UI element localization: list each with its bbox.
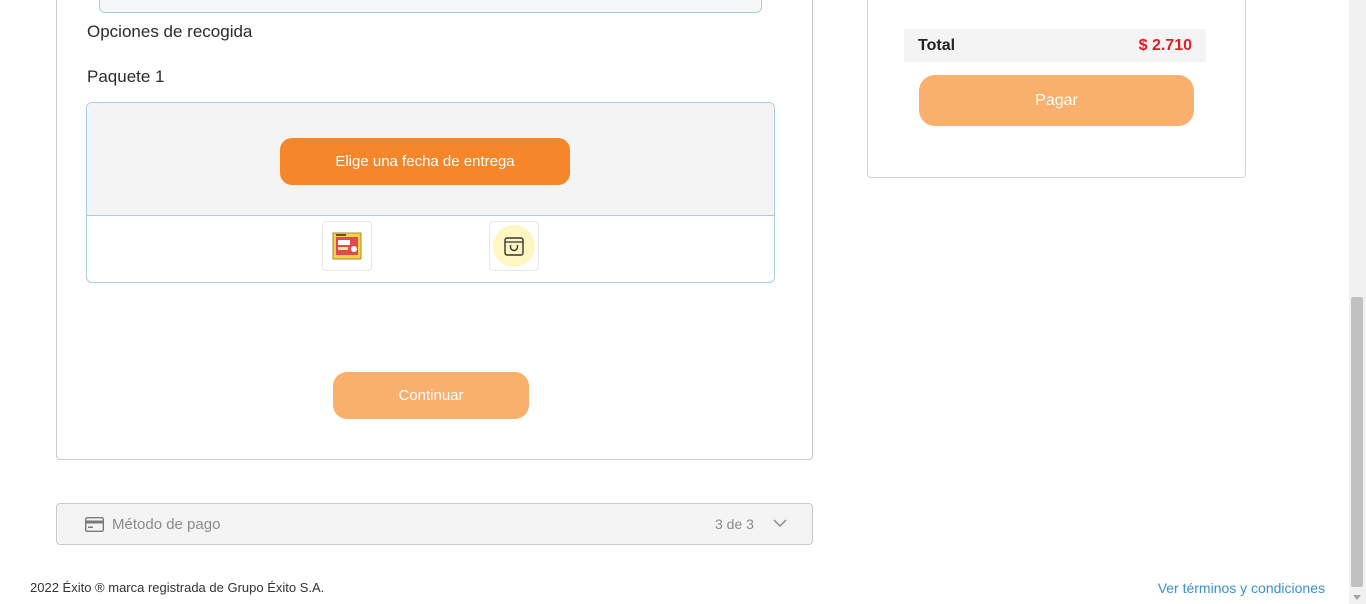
total-row: Total $ 2.710 [904, 29, 1206, 62]
payment-method-label: Método de pago [112, 516, 221, 533]
package-title: Paquete 1 [87, 67, 165, 86]
bag-thumbnail[interactable] [489, 221, 539, 271]
continue-button[interactable]: Continuar [333, 372, 529, 419]
bag-highlight [493, 225, 535, 267]
copyright-text: 2022 Éxito ® marca registrada de Grupo É… [30, 580, 325, 595]
total-value: $ 2.710 [1138, 37, 1192, 54]
terms-link[interactable]: Ver términos y condiciones [1158, 580, 1325, 596]
chevron-down-icon[interactable] [773, 518, 787, 528]
product-thumbnail[interactable] [322, 221, 372, 271]
scroll-down-arrow-icon[interactable] [1353, 595, 1361, 600]
previous-field-edge [99, 0, 762, 13]
choose-delivery-date-button[interactable]: Elige una fecha de entrega [280, 138, 570, 185]
step-indicator: 3 de 3 [715, 516, 754, 532]
pay-button[interactable]: Pagar [919, 75, 1194, 126]
shopping-bag-icon [504, 237, 524, 256]
total-label: Total [918, 37, 956, 54]
package-box: Elige una fecha de entrega [86, 102, 775, 283]
checkout-page: Opciones de recogida Paquete 1 Elige una… [0, 0, 1366, 604]
page-scrollbar[interactable] [1349, 0, 1366, 604]
pickup-options-title: Opciones de recogida [87, 22, 253, 41]
credit-card-icon [85, 517, 104, 532]
scrollbar-thumb[interactable] [1351, 297, 1363, 587]
product-thumbnail-icon [332, 232, 362, 260]
payment-method-row[interactable]: Método de pago 3 de 3 [56, 503, 813, 545]
package-date-area: Elige una fecha de entrega [87, 103, 774, 216]
